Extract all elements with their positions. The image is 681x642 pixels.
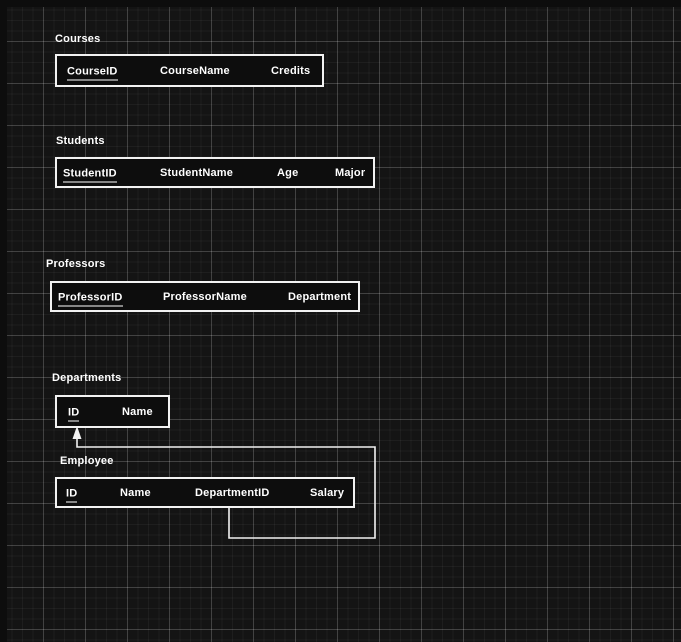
column-label-courseid: CourseID	[67, 65, 118, 80]
table-node-employee[interactable]: ID Name DepartmentID Salary	[55, 477, 355, 508]
table-title-employee: Employee	[60, 455, 114, 467]
column-label-salary: Salary	[310, 486, 345, 499]
table-node-courses[interactable]: CourseID CourseName Credits	[55, 54, 324, 87]
column-label-major: Major	[335, 166, 366, 179]
relationship-connector-employee-departments[interactable]	[0, 0, 681, 642]
column-label-studentname: StudentName	[160, 166, 234, 179]
column-label-credits: Credits	[271, 64, 311, 77]
column-label-departments-id: ID	[68, 406, 80, 421]
column-label-employee-name: Name	[120, 486, 151, 499]
column-label-employee-id: ID	[66, 487, 78, 502]
column-label-department: Department	[288, 290, 352, 303]
table-title-professors: Professors	[46, 258, 106, 270]
table-node-professors[interactable]: ProfessorID ProfessorName Department	[50, 281, 360, 312]
table-title-courses: Courses	[55, 33, 101, 45]
column-label-studentid: StudentID	[63, 167, 117, 182]
diagram-canvas[interactable]: Courses CourseID CourseName Credits Stud…	[0, 0, 681, 642]
column-label-professorid: ProfessorID	[58, 291, 123, 306]
column-label-departments-name: Name	[122, 405, 153, 418]
column-label-departmentid: DepartmentID	[195, 486, 270, 499]
column-label-age: Age	[277, 166, 299, 179]
table-title-departments: Departments	[52, 372, 122, 384]
table-node-departments[interactable]: ID Name	[55, 395, 170, 428]
column-label-professorname: ProfessorName	[163, 290, 247, 303]
table-title-students: Students	[56, 135, 105, 147]
table-node-students[interactable]: StudentID StudentName Age Major	[55, 157, 375, 188]
column-label-coursename: CourseName	[160, 64, 230, 77]
